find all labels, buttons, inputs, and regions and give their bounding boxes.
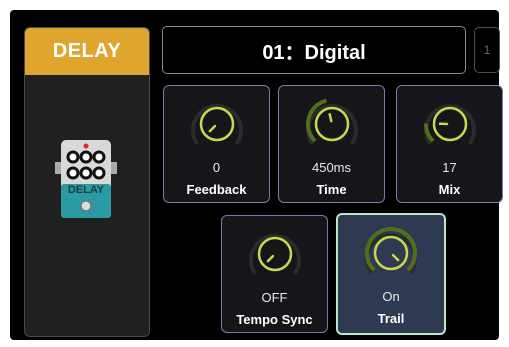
delay-editor-screen: DELAY DELAY 01：Digital 1 0 Feedback 450m… <box>10 10 503 340</box>
knob-tile-feedback[interactable]: 0 Feedback <box>163 85 270 203</box>
param-value: 450ms <box>311 160 352 175</box>
param-value: 0 <box>212 160 221 175</box>
bank-number-button[interactable]: 1 <box>474 27 500 73</box>
param-label: Time <box>316 182 347 197</box>
knob-dial[interactable] <box>356 225 426 285</box>
knob-dial[interactable] <box>415 96 485 156</box>
param-label: Tempo Sync <box>236 312 313 327</box>
effect-panel[interactable]: DELAY DELAY <box>24 27 150 337</box>
knob-tile-trail[interactable]: On Trail <box>336 213 446 335</box>
effect-title: DELAY <box>25 28 149 75</box>
param-value: On <box>382 289 400 304</box>
knob-dial[interactable] <box>297 96 367 156</box>
pedal-label: DELAY <box>68 184 105 196</box>
knob-tile-tempo-sync[interactable]: OFF Tempo Sync <box>221 215 328 333</box>
knob-tile-mix[interactable]: 17 Mix <box>396 85 503 203</box>
knob-dial[interactable] <box>182 96 252 156</box>
preset-name-display[interactable]: 01：Digital <box>162 26 466 74</box>
param-value: OFF <box>261 290 288 305</box>
param-value: 17 <box>442 160 457 175</box>
knob-dial[interactable] <box>240 226 310 286</box>
delay-pedal-image: DELAY <box>55 140 117 218</box>
param-label: Mix <box>438 182 461 197</box>
param-label: Trail <box>377 311 405 326</box>
knob-tile-time[interactable]: 450ms Time <box>278 85 385 203</box>
param-label: Feedback <box>186 182 247 197</box>
